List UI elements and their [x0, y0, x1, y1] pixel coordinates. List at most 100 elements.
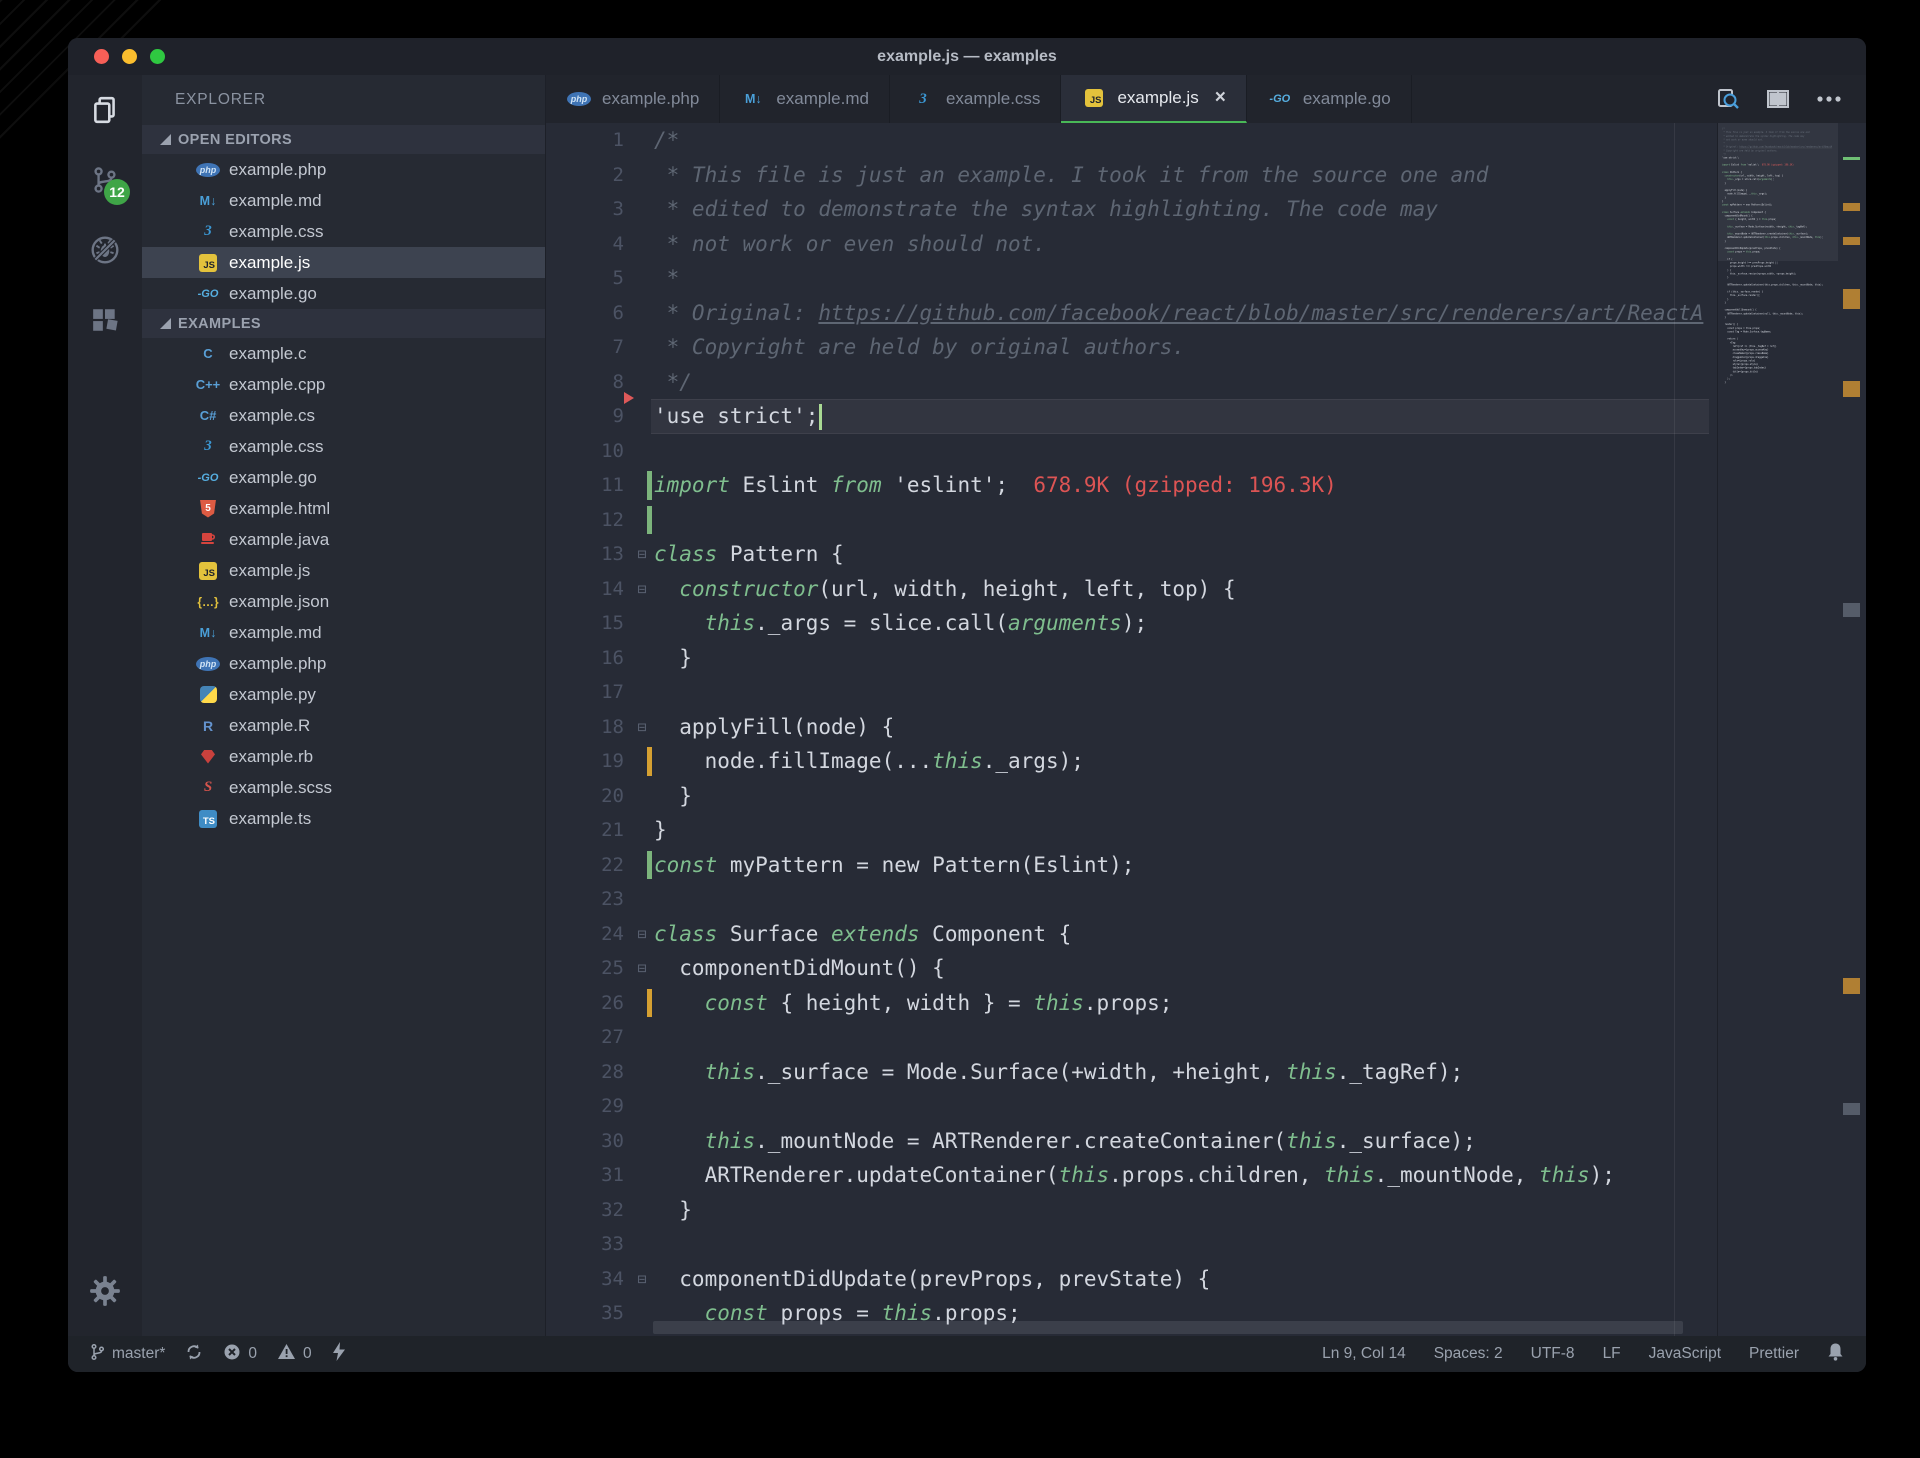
extensions-activity-icon[interactable] — [68, 285, 142, 355]
section-header-open-editors[interactable]: OPEN EDITORS — [142, 125, 545, 154]
code-line-3[interactable]: 3 * edited to demonstrate the syntax hig… — [546, 192, 1719, 227]
code-line-20[interactable]: 20 } — [546, 779, 1719, 814]
file-item-example-go[interactable]: -GO example.go — [142, 462, 545, 493]
code-line-34[interactable]: 34 ⊟ componentDidUpdate(prevProps, prevSt… — [546, 1262, 1719, 1297]
debug-activity-icon[interactable] — [68, 215, 142, 285]
code-line-26[interactable]: 26 const { height, width } = this.props; — [546, 986, 1719, 1021]
status-git-branch[interactable]: master* — [90, 1343, 165, 1366]
status-encoding[interactable]: UTF-8 — [1531, 1345, 1575, 1363]
section-header-examples[interactable]: EXAMPLES — [142, 309, 545, 338]
code-line-9[interactable]: 9 'use strict'; — [546, 399, 1719, 434]
status-sync[interactable] — [185, 1343, 203, 1366]
tab-example-go[interactable]: -GO example.go — [1247, 75, 1412, 123]
status-notifications[interactable] — [1827, 1342, 1844, 1366]
fold-icon[interactable]: ⊟ — [628, 1262, 656, 1297]
file-item-example-js[interactable]: JS example.js — [142, 555, 545, 586]
code-editor[interactable]: 1 /* 2 * This file is just an example. I t… — [546, 123, 1866, 1336]
status-indentation[interactable]: Spaces: 2 — [1434, 1345, 1503, 1363]
code-line-31[interactable]: 31 ARTRenderer.updateContainer(this.prop… — [546, 1158, 1719, 1193]
code-line-7[interactable]: 7 * Copyright are held by original autho… — [546, 330, 1719, 365]
fold-icon[interactable]: ⊟ — [628, 572, 656, 607]
tab-example-php[interactable]: php example.php — [546, 75, 721, 123]
code-line-5[interactable]: 5 * — [546, 261, 1719, 296]
zoom-window-button[interactable] — [150, 49, 165, 64]
file-item-example-css[interactable]: 3 example.css — [142, 216, 545, 247]
code-line-13[interactable]: 13 ⊟ class Pattern { — [546, 537, 1719, 572]
file-item-example-css[interactable]: 3 example.css — [142, 431, 545, 462]
file-item-example-go[interactable]: -GO example.go — [142, 278, 545, 309]
status-errors[interactable]: 0 — [223, 1343, 257, 1366]
ts-file-icon: TS — [199, 809, 217, 828]
code-line-25[interactable]: 25 ⊟ componentDidMount() { — [546, 951, 1719, 986]
tab-close-icon[interactable]: × — [1215, 87, 1226, 109]
file-item-example-java[interactable]: example.java — [142, 524, 545, 555]
file-item-example-php[interactable]: php example.php — [142, 648, 545, 679]
minimize-window-button[interactable] — [122, 49, 137, 64]
code-line-21[interactable]: 21} — [546, 813, 1719, 848]
code-line-12[interactable]: 12 — [546, 503, 1719, 538]
file-item-example-py[interactable]: example.py — [142, 679, 545, 710]
code-line-11[interactable]: 11 import Eslint from 'eslint'; 678.9K (g… — [546, 468, 1719, 503]
horizontal-scrollbar[interactable] — [653, 1321, 1683, 1334]
code-line-30[interactable]: 30 this._mountNode = ARTRenderer.createC… — [546, 1124, 1719, 1159]
file-item-example-cpp[interactable]: C++ example.cpp — [142, 369, 545, 400]
more-actions-icon[interactable] — [1816, 95, 1842, 103]
explorer-activity-icon[interactable] — [68, 75, 142, 145]
code-line-10[interactable]: 10 — [546, 434, 1719, 469]
code-line-2[interactable]: 2 * This file is just an example. I took… — [546, 158, 1719, 193]
file-item-example-rb[interactable]: example.rb — [142, 741, 545, 772]
code-line-18[interactable]: 18 ⊟ applyFill(node) { — [546, 710, 1719, 745]
code-line-32[interactable]: 32 } — [546, 1193, 1719, 1228]
code-line-6[interactable]: 6 * Original: https://github.com/faceboo… — [546, 296, 1719, 331]
status-cursor-position[interactable]: Ln 9, Col 14 — [1322, 1345, 1406, 1363]
file-item-example-json[interactable]: {…} example.json — [142, 586, 545, 617]
file-item-example-md[interactable]: M↓ example.md — [142, 185, 545, 216]
file-item-example-scss[interactable]: Sexample.scss — [142, 772, 545, 803]
file-item-example-c[interactable]: Cexample.c — [142, 338, 545, 369]
code-line-17[interactable]: 17 — [546, 675, 1719, 710]
status-language-mode[interactable]: JavaScript — [1649, 1345, 1721, 1363]
code-line-28[interactable]: 28 this._surface = Mode.Surface(+width, … — [546, 1055, 1719, 1090]
code-line-8[interactable]: 8 */ — [546, 365, 1719, 400]
tab-example-md[interactable]: M↓ example.md — [720, 75, 890, 123]
file-item-example-R[interactable]: Rexample.R — [142, 710, 545, 741]
code-line-16[interactable]: 16 } — [546, 641, 1719, 676]
fold-icon[interactable]: ⊟ — [628, 917, 656, 952]
file-item-example-ts[interactable]: TS example.ts — [142, 803, 545, 834]
code-line-14[interactable]: 14 ⊟ constructor(url, width, height, left… — [546, 572, 1719, 607]
status-feedback[interactable] — [332, 1342, 346, 1366]
tab-example-css[interactable]: 3 example.css — [890, 75, 1062, 123]
code-line-23[interactable]: 23 — [546, 882, 1719, 917]
open-changes-icon[interactable] — [1716, 87, 1740, 111]
status-formatter[interactable]: Prettier — [1749, 1345, 1799, 1363]
source-control-activity-icon[interactable]: 12 — [68, 145, 142, 215]
fold-icon[interactable]: ⊟ — [628, 537, 656, 572]
code-line-24[interactable]: 24 ⊟ class Surface extends Component { — [546, 917, 1719, 952]
file-item-example-md[interactable]: M↓ example.md — [142, 617, 545, 648]
close-window-button[interactable] — [94, 49, 109, 64]
title-bar[interactable]: example.js — examples — [68, 38, 1866, 75]
status-eol[interactable]: LF — [1603, 1345, 1621, 1363]
settings-gear-icon[interactable] — [68, 1256, 142, 1326]
code-line-22[interactable]: 22 const myPattern = new Pattern(Eslint); — [546, 848, 1719, 883]
file-item-example-js[interactable]: JS example.js — [142, 247, 545, 278]
fold-icon[interactable]: ⊟ — [628, 951, 656, 986]
code-line-19[interactable]: 19 node.fillImage(...this._args); — [546, 744, 1719, 779]
split-editor-icon[interactable] — [1766, 87, 1790, 111]
minimap-slider[interactable] — [1718, 123, 1838, 261]
fold-icon[interactable]: ⊟ — [628, 710, 656, 745]
code-text: /* — [654, 128, 680, 152]
file-item-example-cs[interactable]: C# example.cs — [142, 400, 545, 431]
code-line-27[interactable]: 27 — [546, 1020, 1719, 1055]
code-line-33[interactable]: 33 — [546, 1227, 1719, 1262]
code-line-1[interactable]: 1 /* — [546, 123, 1719, 158]
overview-ruler — [1838, 123, 1866, 1336]
minimap[interactable]: /* * This file is just an example. I too… — [1717, 123, 1838, 1336]
status-warnings[interactable]: 0 — [277, 1343, 312, 1365]
file-item-example-html[interactable]: 5 example.html — [142, 493, 545, 524]
code-line-29[interactable]: 29 — [546, 1089, 1719, 1124]
code-line-4[interactable]: 4 * not work or even should not. — [546, 227, 1719, 262]
file-item-example-php[interactable]: php example.php — [142, 154, 545, 185]
tab-example-js[interactable]: JS example.js × — [1061, 75, 1247, 123]
code-line-15[interactable]: 15 this._args = slice.call(arguments); — [546, 606, 1719, 641]
